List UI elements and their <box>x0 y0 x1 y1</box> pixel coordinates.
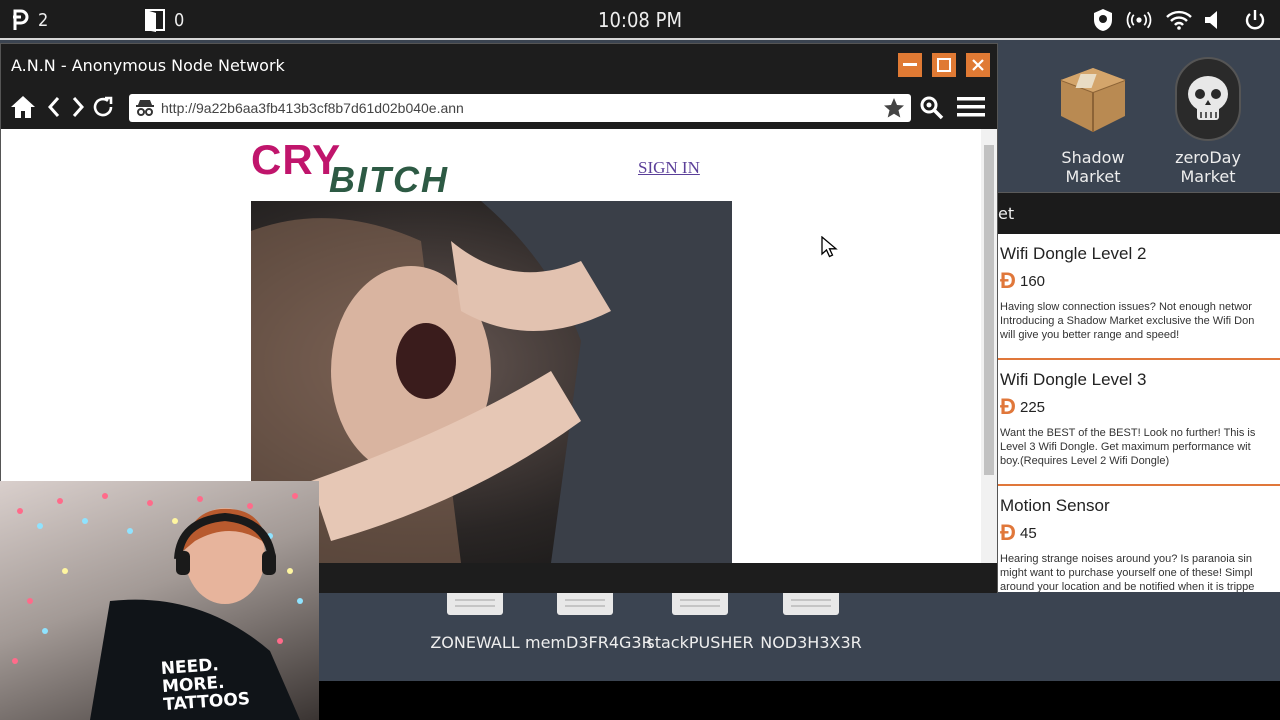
dock-item-stackpusher[interactable]: stackPUSHER <box>640 593 760 652</box>
market-header: et <box>998 192 1280 234</box>
system-clock: 10:08 PM <box>598 8 682 32</box>
window-title-bar[interactable]: A.N.N - Anonymous Node Network <box>1 44 997 86</box>
close-icon <box>972 59 984 71</box>
page-scrollbar[interactable] <box>981 129 997 563</box>
description-line: Introducing a Shadow Market exclusive th… <box>1000 315 1255 327</box>
package-box-icon <box>1055 62 1131 138</box>
home-icon[interactable] <box>10 94 36 124</box>
description-line: Having slow connection issues? Not enoug… <box>1000 301 1252 313</box>
network-broadcast-button[interactable] <box>1126 0 1152 40</box>
maximize-icon <box>937 58 951 72</box>
wifi-button[interactable] <box>1166 0 1192 40</box>
description-line: around your location and be notified whe… <box>1000 581 1255 592</box>
hero-photo <box>251 201 732 563</box>
product-name: Wifi Dongle Level 2 <box>1000 244 1147 263</box>
app-dock: ZONEWALL memD3FR4G3R stackPUSHER NOD3H3X… <box>319 593 1280 681</box>
wifi-icon <box>1166 7 1192 33</box>
product-name: Wifi Dongle Level 3 <box>1000 370 1147 389</box>
shield-skull-button[interactable] <box>1090 0 1116 40</box>
refresh-icon[interactable] <box>91 95 115 123</box>
description-line: Level 3 Wifi Dongle. Get maximum perform… <box>1000 441 1251 453</box>
sign-in-link[interactable]: SIGN IN <box>638 158 700 178</box>
window-title: A.N.N - Anonymous Node Network <box>11 55 285 75</box>
market-product-item[interactable]: Wifi Dongle Level 3 Ɖ 225 Want the BEST … <box>998 360 1280 486</box>
market-product-item[interactable]: Motion Sensor Ɖ 45 Hearing strange noise… <box>998 486 1280 592</box>
mouse-cursor-icon <box>821 235 839 262</box>
description-line: Hearing strange noises around you? Is pa… <box>1000 553 1252 565</box>
site-logo-top: CRY <box>251 136 342 183</box>
shield-skull-icon <box>1090 7 1116 33</box>
webcam-overlay: NEED. MORE. TATTOOS <box>0 481 319 720</box>
crypto-coin-icon: Ɖ <box>1000 268 1016 293</box>
incognito-spy-icon <box>135 98 155 118</box>
app-tile-icon <box>557 593 613 615</box>
minimize-button[interactable] <box>898 53 922 77</box>
description-line: will give you better range and speed! <box>1000 329 1180 341</box>
app-tile-icon <box>783 593 839 615</box>
description-line: Want the BEST of the BEST! Look no furth… <box>1000 427 1256 439</box>
price-value: 160 <box>1020 272 1046 290</box>
product-price: Ɖ 160 <box>1000 268 1280 294</box>
scrollbar-thumb[interactable] <box>984 145 994 475</box>
dock-item-label: ZONEWALL <box>430 633 520 652</box>
dock-item-nodehexer[interactable]: NOD3H3X3R <box>751 593 871 652</box>
product-description: Having slow connection issues? Not enoug… <box>1000 300 1280 342</box>
shadow-market-window: et Wifi Dongle Level 2 Ɖ 160 Having slow… <box>998 192 1280 592</box>
product-price: Ɖ 225 <box>1000 394 1280 420</box>
browser-toolbar: http://9a22b6aa3fb413b3cf8b7d61d02b040e.… <box>1 86 997 128</box>
desktop: 2 0 10:08 PM Shadow Market zeroDay Marke… <box>0 0 1280 720</box>
product-price: Ɖ 45 <box>1000 520 1280 546</box>
url-text: http://9a22b6aa3fb413b3cf8b7d61d02b040e.… <box>161 100 464 116</box>
product-name: Motion Sensor <box>1000 496 1110 515</box>
back-forward-icon[interactable] <box>47 95 85 123</box>
product-description: Hearing strange noises around you? Is pa… <box>1000 552 1280 592</box>
dock-item-zonewall[interactable]: ZONEWALL <box>415 593 535 652</box>
app-tile-icon <box>447 593 503 615</box>
description-line: might want to purchase yourself one of t… <box>1000 567 1253 579</box>
speaker-icon <box>1200 7 1226 33</box>
product-description: Want the BEST of the BEST! Look no furth… <box>1000 426 1280 468</box>
power-icon <box>1242 7 1268 33</box>
app-tile-icon <box>672 593 728 615</box>
price-value: 45 <box>1020 524 1037 542</box>
broadcast-icon <box>1126 7 1152 33</box>
desktop-icon-label: zeroDay Market <box>1175 148 1241 186</box>
skull-icon <box>1173 56 1243 142</box>
minimize-icon <box>903 63 917 66</box>
dock-item-label: NOD3H3X3R <box>760 633 862 652</box>
system-top-bar: 2 0 10:08 PM <box>0 0 1280 40</box>
crypto-coin-icon: Ɖ <box>1000 520 1016 545</box>
power-button[interactable] <box>1242 0 1268 40</box>
menu-icon[interactable] <box>957 96 985 122</box>
desktop-icon-zeroday-market[interactable]: zeroDay Market <box>1148 56 1268 186</box>
close-button[interactable] <box>966 53 990 77</box>
address-bar[interactable]: http://9a22b6aa3fb413b3cf8b7d61d02b040e.… <box>129 94 911 122</box>
bookmark-star-icon[interactable] <box>883 97 905 123</box>
site-logo-bottom: BITCH <box>329 159 449 200</box>
desktop-icon-shadow-market[interactable]: Shadow Market <box>1033 62 1153 186</box>
description-line: boy.(Requires Level 2 Wifi Dongle) <box>1000 455 1170 467</box>
crypto-coin-icon: Ɖ <box>1000 394 1016 419</box>
maximize-button[interactable] <box>932 53 956 77</box>
shirt-text: NEED. MORE. TATTOOS <box>160 655 251 716</box>
dock-item-label: stackPUSHER <box>646 633 754 652</box>
dock-item-memdefragger[interactable]: memD3FR4G3R <box>525 593 653 652</box>
volume-button[interactable] <box>1200 0 1226 40</box>
dock-item-label: memD3FR4G3R <box>525 633 653 652</box>
market-product-item[interactable]: Wifi Dongle Level 2 Ɖ 160 Having slow co… <box>998 234 1280 360</box>
price-value: 225 <box>1020 398 1046 416</box>
desktop-icon-label: Shadow Market <box>1061 148 1125 186</box>
search-settings-icon[interactable] <box>919 95 945 125</box>
